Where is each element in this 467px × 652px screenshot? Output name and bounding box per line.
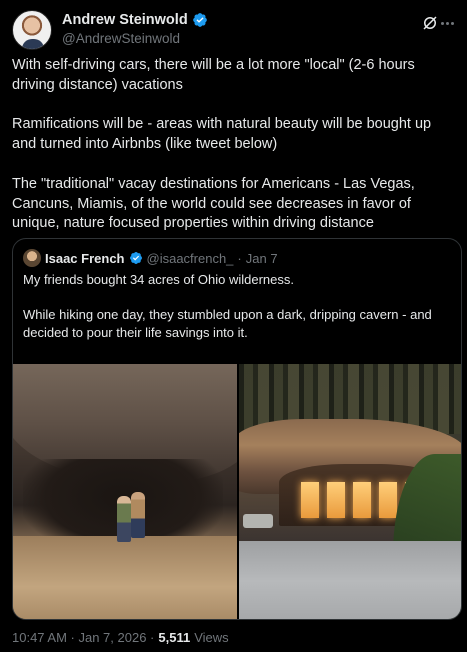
quoted-header: Isaac French @isaacfrench_ · Jan 7 (23, 249, 278, 267)
post-timestamp[interactable]: 10:47 AM · Jan 7, 2026 · (12, 630, 154, 645)
quoted-date: Jan 7 (245, 250, 278, 266)
quoted-avatar (23, 249, 41, 267)
avatar[interactable] (12, 10, 52, 50)
post-paragraph: With self-driving cars, there will be a … (12, 57, 415, 93)
quoted-paragraph: My friends bought 34 acres of Ohio wilde… (23, 272, 294, 287)
post-footer: 10:47 AM · Jan 7, 2026 · 5,511 Views (12, 630, 229, 645)
separator-dot: · (237, 250, 242, 266)
views-label: Views (194, 630, 229, 645)
quoted-media (13, 364, 461, 619)
quoted-paragraph: While hiking one day, they stumbled upon… (23, 307, 432, 340)
name-row: Andrew Steinwold (62, 12, 208, 28)
grok-icon[interactable] (421, 14, 439, 32)
post-paragraph: Ramifications will be - areas with natur… (12, 116, 432, 153)
author-display-name[interactable]: Andrew Steinwold (62, 12, 188, 28)
verified-badge-icon (129, 252, 142, 264)
cave-house-photo[interactable] (239, 364, 461, 619)
quoted-body: My friends bought 34 acres of Ohio wilde… (23, 271, 448, 376)
more-icon[interactable] (441, 14, 455, 32)
verified-badge-icon (192, 13, 207, 27)
post-body: With self-driving cars, there will be a … (12, 56, 459, 234)
cave-photo[interactable] (13, 364, 237, 619)
author-handle[interactable]: @AndrewSteinwold (62, 31, 180, 46)
quoted-display-name: Isaac French (45, 250, 125, 266)
quoted-handle: @isaacfrench_ (146, 250, 234, 266)
tweet-header: Andrew Steinwold @AndrewSteinwold (12, 10, 455, 50)
tweet: Andrew Steinwold @AndrewSteinwold With s… (0, 0, 467, 652)
quoted-post[interactable]: Isaac French @isaacfrench_ · Jan 7 My fr… (12, 238, 462, 620)
views-count: 5,511 (158, 630, 191, 645)
post-paragraph: The "traditional" vacay destinations for… (12, 175, 415, 232)
